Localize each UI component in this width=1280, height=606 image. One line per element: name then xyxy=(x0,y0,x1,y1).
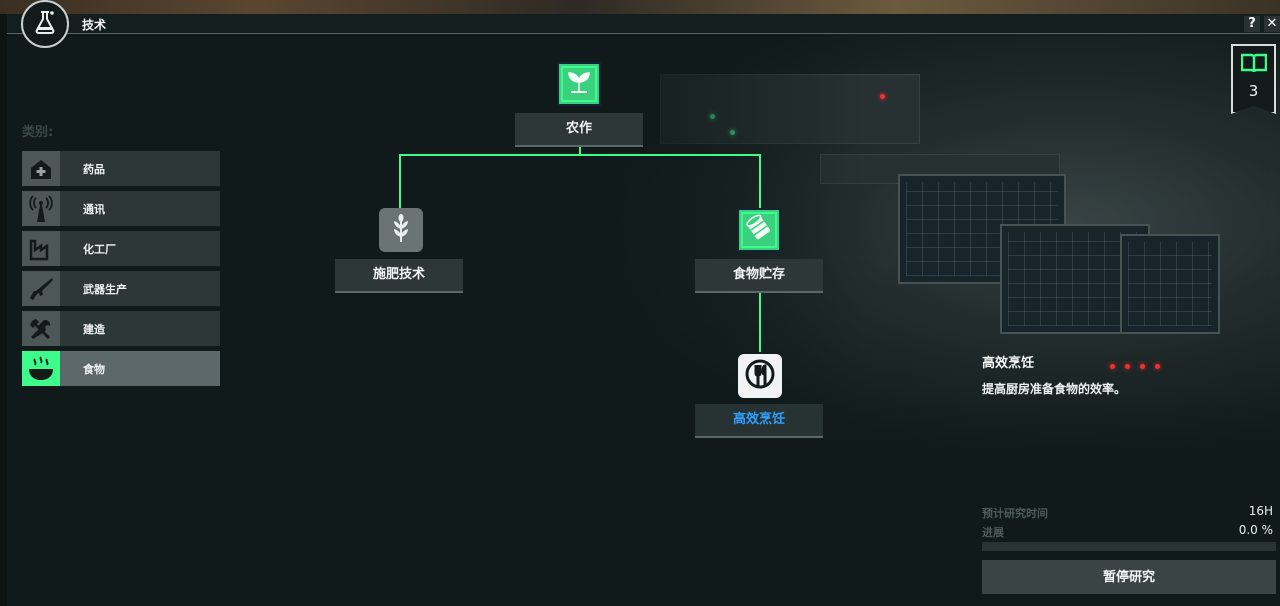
tree-connector xyxy=(759,154,761,208)
cooking-pot-icon xyxy=(22,351,60,386)
tech-node-efficient-cooking[interactable]: 高效烹饪 xyxy=(695,404,823,438)
factory-icon xyxy=(22,231,60,266)
tech-node-fertilizer[interactable]: 施肥技术 xyxy=(335,259,463,293)
category-communication[interactable]: 通讯 xyxy=(22,191,220,226)
research-queue-button[interactable]: 3 xyxy=(1231,44,1276,114)
category-label: 化工厂 xyxy=(83,242,116,256)
category-construction[interactable]: 建造 xyxy=(22,311,220,346)
indicator-light xyxy=(1155,364,1160,369)
tech-node-efficient-cooking-icon[interactable] xyxy=(738,354,782,398)
monitor xyxy=(1120,234,1220,334)
category-label: 药品 xyxy=(83,162,105,176)
category-label: 武器生产 xyxy=(83,282,127,296)
window-title: 技术 xyxy=(82,18,107,32)
hospital-icon xyxy=(22,151,60,186)
book-icon xyxy=(1240,52,1268,78)
indicator-light xyxy=(1140,364,1145,369)
categories-title: 类别: xyxy=(22,125,54,140)
tech-detail-title: 高效烹饪 xyxy=(982,356,1035,371)
indicator-light xyxy=(1110,364,1115,369)
progress-value: 0.0 % xyxy=(1238,523,1273,537)
rifle-icon xyxy=(22,271,60,306)
tree-connector xyxy=(399,154,401,212)
research-time-label: 预计研究时间 xyxy=(982,507,1048,520)
tree-connector xyxy=(399,154,761,156)
category-label: 通讯 xyxy=(83,202,105,216)
research-queue-count: 3 xyxy=(1248,82,1259,100)
tech-node-fertilizer-icon[interactable] xyxy=(379,208,423,252)
tree-connector xyxy=(759,292,761,352)
close-button[interactable]: ✕ xyxy=(1264,16,1280,32)
progress-label: 进展 xyxy=(982,526,1004,539)
background-strip xyxy=(0,0,1280,14)
research-progress-bar xyxy=(982,542,1276,551)
research-window-badge xyxy=(21,0,69,48)
title-bar xyxy=(7,14,1280,34)
category-label: 建造 xyxy=(83,322,105,336)
tech-node-farming-icon[interactable] xyxy=(557,62,601,106)
category-weapons[interactable]: 武器生产 xyxy=(22,271,220,306)
category-food[interactable]: 食物 xyxy=(22,351,220,386)
category-label: 食物 xyxy=(83,362,105,376)
sprout-icon xyxy=(565,70,593,98)
tech-node-farming[interactable]: 农作 xyxy=(515,113,643,147)
plate-cutlery-icon xyxy=(743,357,777,395)
category-medicine[interactable]: 药品 xyxy=(22,151,220,186)
wheat-icon xyxy=(388,213,414,247)
indicator-light xyxy=(880,94,885,99)
flask-icon xyxy=(32,9,58,39)
category-chemical-plant[interactable]: 化工厂 xyxy=(22,231,220,266)
tech-detail-description: 提高厨房准备食物的效率。 xyxy=(982,382,1127,396)
can-icon xyxy=(745,214,773,246)
research-time-value: 16H xyxy=(1248,504,1273,518)
tech-node-food-storage-icon[interactable] xyxy=(737,208,781,252)
pause-research-button[interactable]: 暂停研究 xyxy=(982,560,1276,594)
antenna-icon xyxy=(22,191,60,226)
tools-icon xyxy=(22,311,60,346)
indicator-light xyxy=(1125,364,1130,369)
help-button[interactable]: ? xyxy=(1244,16,1260,32)
tech-node-food-storage[interactable]: 食物贮存 xyxy=(695,259,823,293)
tech-window xyxy=(7,14,1280,606)
